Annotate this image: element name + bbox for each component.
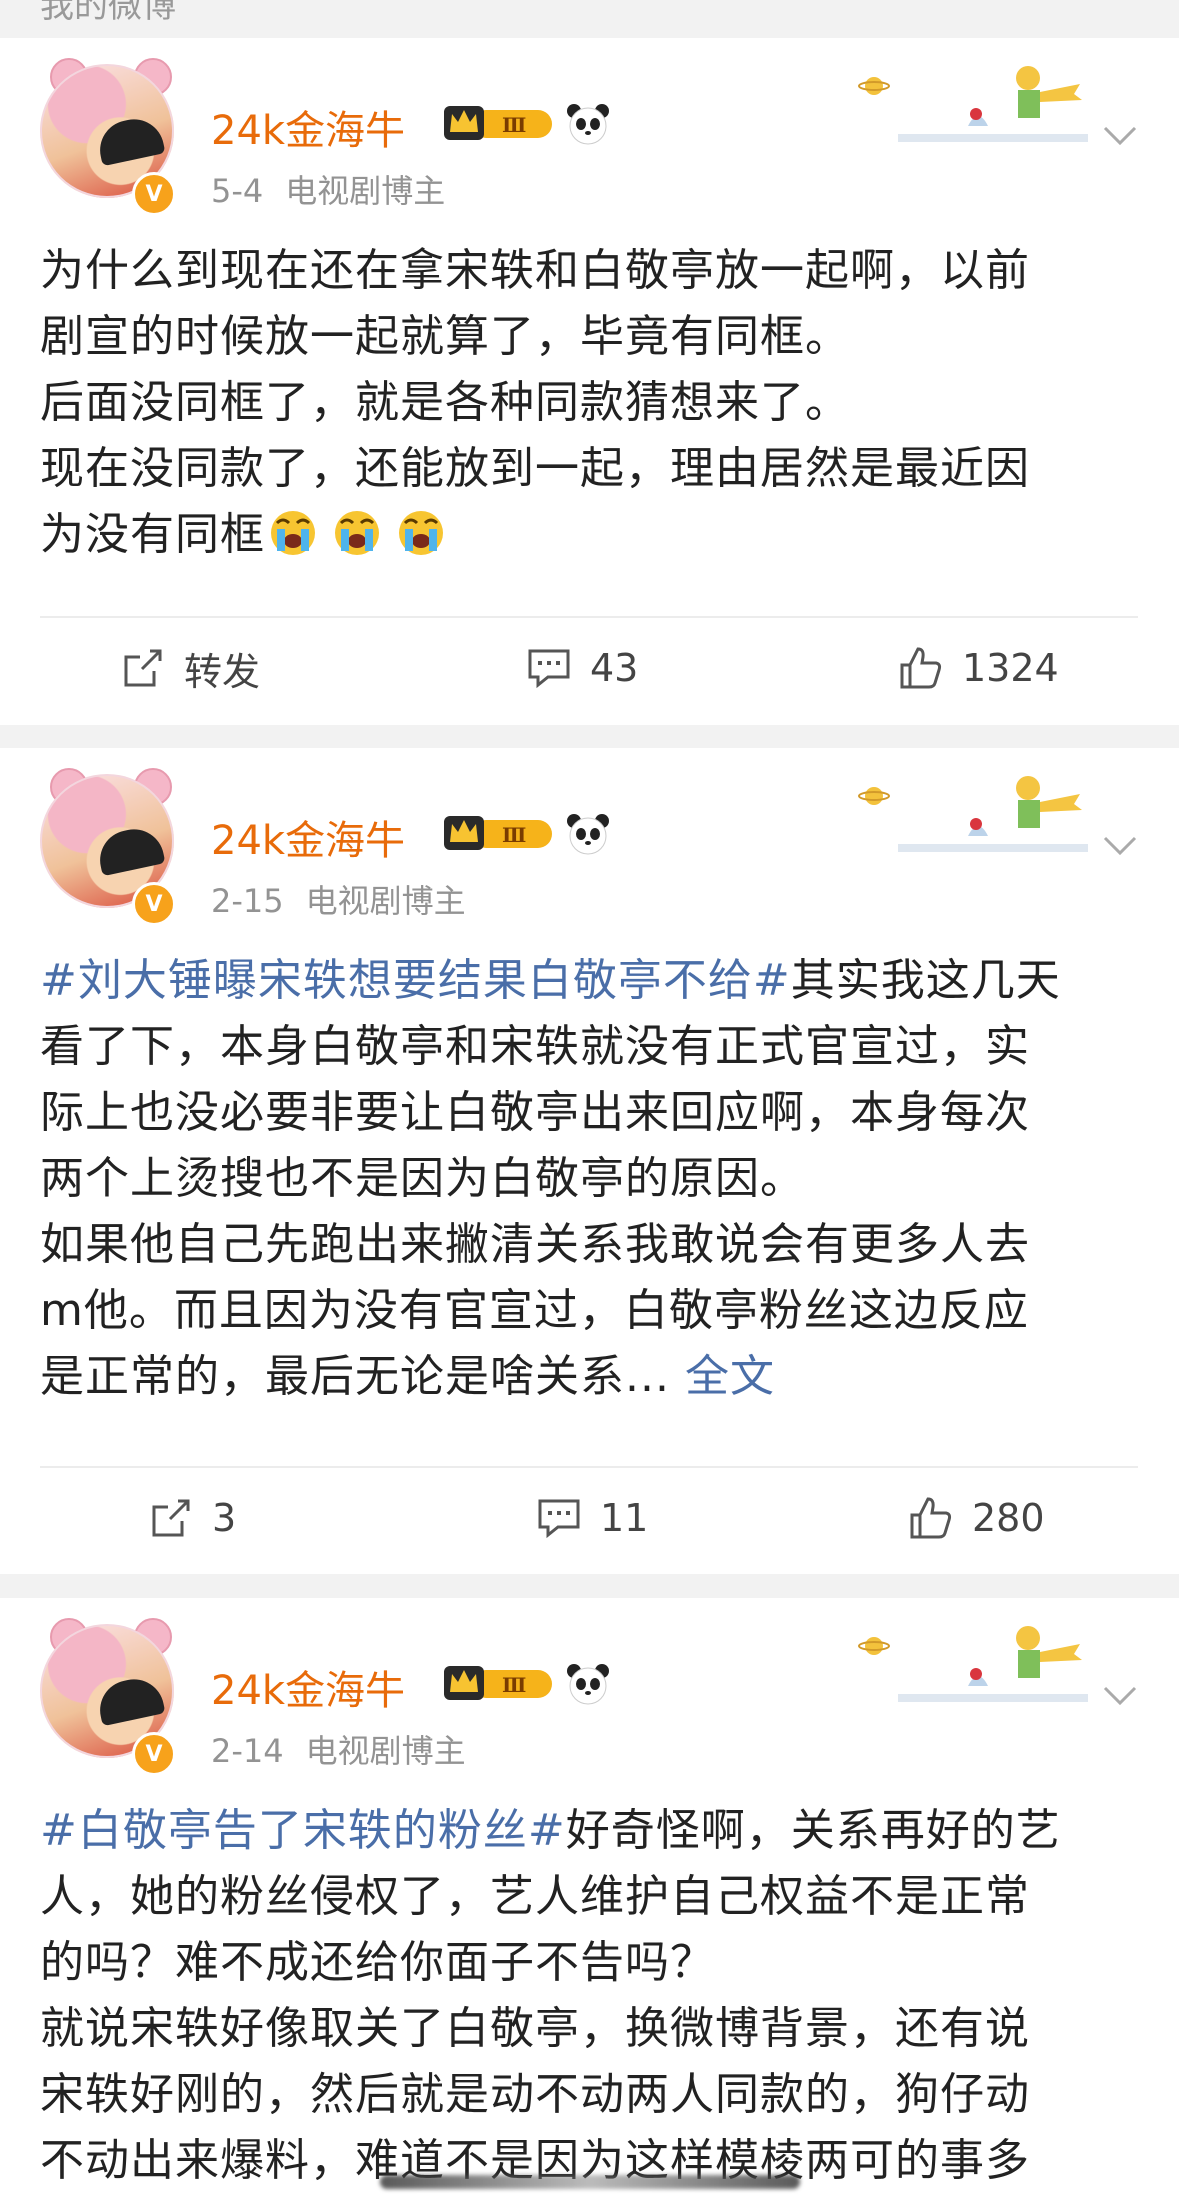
content-line: 后面没同框了，就是各种同款猜想来了。: [40, 377, 850, 428]
repost-icon: [152, 1499, 190, 1537]
topic-hashtag-link[interactable]: #白敬亭告了宋轶的粉丝#: [40, 1805, 566, 1856]
vip-level: Ⅲ: [502, 1673, 526, 1697]
chevron-down-icon[interactable]: [1102, 834, 1138, 858]
vip-crown-icon[interactable]: Ⅲ: [442, 1662, 554, 1702]
partial-header-label: 我的微博: [40, 0, 176, 26]
username[interactable]: 24k金海牛: [211, 98, 405, 156]
vip-level: Ⅲ: [502, 113, 526, 137]
repost-button[interactable]: 3: [148, 1468, 236, 1568]
comment-icon: [538, 1499, 580, 1539]
scribble-redaction: [380, 2175, 800, 2189]
topic-hashtag-link[interactable]: #刘大锤曝宋轶想要结果白敬亭不给#: [40, 955, 791, 1006]
repost-count: 3: [212, 1496, 237, 1540]
comment-button[interactable]: 11: [536, 1468, 648, 1568]
comment-count: 43: [590, 646, 639, 690]
content-line: 如果他自己先跑出来撇清关系我敢说会有更多人去: [40, 1219, 1030, 1270]
content-line: m他。而且因为没有官宣过，白敬亭粉丝这边反应: [40, 1285, 1029, 1336]
post-meta: 2-14 电视剧博主: [211, 1726, 466, 1772]
repost-label: 转发: [184, 649, 261, 694]
top-partial-header: 我的微博: [0, 0, 1179, 36]
username[interactable]: 24k金海牛: [211, 808, 405, 866]
crying-face-emoji: [335, 511, 379, 555]
crying-face-emoji: [271, 511, 315, 555]
comment-icon: [528, 649, 570, 689]
content-line: 际上也没必要非要让白敬亭出来回应啊，本身每次: [40, 1087, 1030, 1138]
little-prince-card-decoration-icon: [858, 1626, 1088, 1702]
avatar[interactable]: V: [40, 1618, 176, 1776]
content-line: 就说宋轶好像取关了白敬亭，换微博背景，还有说: [40, 2003, 1030, 2054]
content-line: 是正常的，最后无论是啥关系...: [40, 1351, 670, 1402]
post-meta: 5-4 电视剧博主: [211, 166, 445, 212]
content-line: 好奇怪啊，关系再好的艺: [565, 1805, 1061, 1856]
comment-button[interactable]: 43: [526, 618, 638, 718]
avatar[interactable]: V: [40, 58, 176, 216]
little-prince-card-decoration-icon: [858, 66, 1088, 142]
content-line: 人，她的粉丝侵权了，艺人维护自己权益不是正常: [40, 1871, 1030, 1922]
comment-count: 11: [600, 1496, 649, 1540]
post-card[interactable]: V 24k金海牛 Ⅲ 5-4 电视剧博主 为什么到现在还在拿宋轶和白敬亭放一起啊，…: [0, 38, 1179, 725]
full-text-link[interactable]: 全文: [685, 1351, 775, 1402]
post-date: 2-14: [211, 1732, 284, 1770]
post-content: #刘大锤曝宋轶想要结果白敬亭不给#其实我这几天 看了下，本身白敬亭和宋轶就没有正…: [40, 948, 1140, 1410]
repost-icon: [124, 649, 162, 687]
panda-icon: [567, 814, 609, 855]
like-count: 280: [972, 1496, 1045, 1540]
content-line: 为什么到现在还在拿宋轶和白敬亭放一起啊，以前: [40, 245, 1030, 296]
content-line: 两个上烫搜也不是因为白敬亭的原因。: [40, 1153, 805, 1204]
thumbs-up-icon: [910, 1497, 952, 1539]
post-card[interactable]: V 24k金海牛 Ⅲ 2-15 电视剧博主 #刘大锤曝宋轶想要结果白敬亭不给#其实…: [0, 748, 1179, 1574]
content-line: 的吗？难不成还给你面子不告吗？: [40, 1937, 715, 1988]
content-line: 剧宣的时候放一起就算了，毕竟有同框。: [40, 311, 850, 362]
thumbs-up-icon: [900, 647, 942, 689]
chevron-down-icon[interactable]: [1102, 1684, 1138, 1708]
content-line: 宋轶好刚的，然后就是动不动两人同款的，狗仔动: [40, 2069, 1030, 2120]
like-count: 1324: [962, 646, 1059, 690]
like-button[interactable]: 1324: [898, 618, 1059, 718]
post-actions: 3 11 280: [0, 1468, 1179, 1568]
content-line: 现在没同款了，还能放到一起，理由居然是最近因: [40, 443, 1030, 494]
post-content: 为什么到现在还在拿宋轶和白敬亭放一起啊，以前 剧宣的时候放一起就算了，毕竟有同框…: [40, 238, 1140, 568]
content-line: 为没有同框: [40, 509, 265, 560]
post-content: #白敬亭告了宋轶的粉丝#好奇怪啊，关系再好的艺 人，她的粉丝侵权了，艺人维护自己…: [40, 1798, 1140, 2194]
user-role: 电视剧博主: [285, 172, 446, 210]
username[interactable]: 24k金海牛: [211, 1658, 405, 1716]
user-role: 电视剧博主: [305, 1732, 466, 1770]
post-actions: 转发 43 1324: [0, 618, 1179, 718]
vip-crown-icon[interactable]: Ⅲ: [442, 102, 554, 142]
content-line: 看了下，本身白敬亭和宋轶就没有正式官宣过，实: [40, 1021, 1030, 1072]
little-prince-card-decoration-icon: [858, 776, 1088, 852]
content-line: 其实我这几天: [790, 955, 1061, 1006]
verified-badge-icon: V: [132, 172, 176, 216]
post-date: 5-4: [211, 172, 264, 210]
post-meta: 2-15 电视剧博主: [211, 876, 466, 922]
user-role: 电视剧博主: [305, 882, 466, 920]
chevron-down-icon[interactable]: [1102, 124, 1138, 148]
repost-button[interactable]: 转发: [120, 618, 260, 718]
vip-level: Ⅲ: [502, 823, 526, 847]
avatar[interactable]: V: [40, 768, 176, 926]
crying-face-emoji: [399, 511, 443, 555]
like-button[interactable]: 280: [908, 1468, 1045, 1568]
verified-badge-icon: V: [132, 1732, 176, 1776]
panda-icon: [567, 104, 609, 145]
verified-badge-icon: V: [132, 882, 176, 926]
panda-icon: [567, 1664, 609, 1705]
vip-crown-icon[interactable]: Ⅲ: [442, 812, 554, 852]
post-card[interactable]: V 24k金海牛 Ⅲ 2-14 电视剧博主 #白敬亭告了宋轶的粉丝#好奇怪啊，关系…: [0, 1598, 1179, 2205]
post-date: 2-15: [211, 882, 284, 920]
